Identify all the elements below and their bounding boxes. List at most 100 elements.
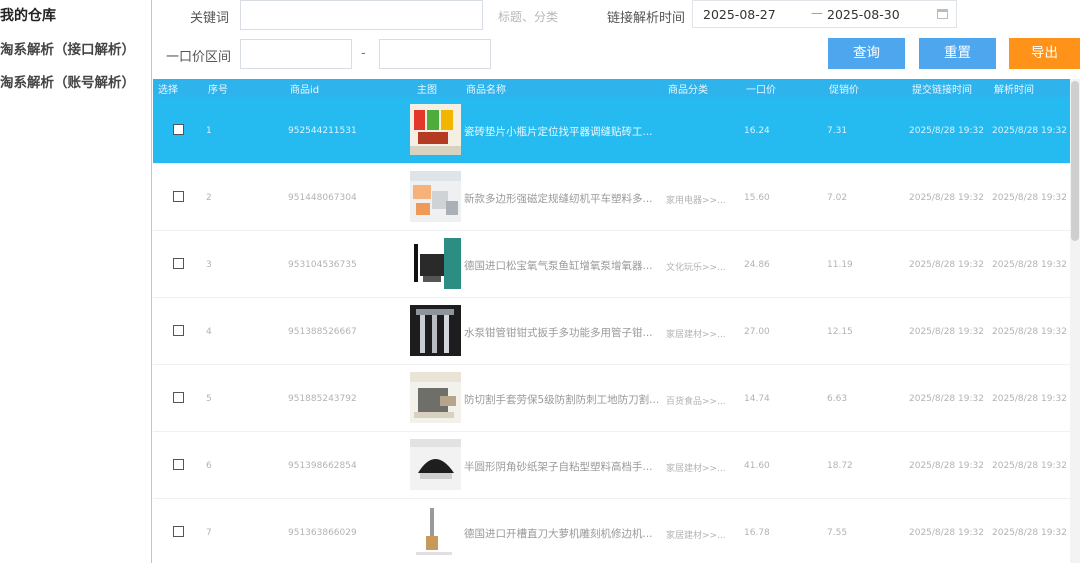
price-max-input[interactable] <box>379 39 491 69</box>
row-price: 16.24 <box>744 126 770 136</box>
product-thumbnail[interactable] <box>410 506 461 557</box>
row-promo-price: 7.02 <box>827 193 848 203</box>
price-min-input[interactable] <box>240 39 352 69</box>
date-separator: — <box>811 6 823 20</box>
row-product-name[interactable]: 德国进口松宝氧气泵鱼缸增氧泵增氧器... <box>464 258 653 273</box>
table-row[interactable]: 3 953104536735 德国进口松宝氧气泵鱼缸增氧泵增氧器... 文化玩乐… <box>153 231 1070 298</box>
row-promo-price: 6.63 <box>827 394 848 404</box>
row-product-id: 951363866029 <box>288 528 357 538</box>
table-row[interactable]: 7 951363866029 德国进口开槽直刀大萝机雕刻机修边机... 家居建材… <box>153 499 1070 563</box>
product-thumbnail[interactable] <box>410 171 461 222</box>
row-checkbox[interactable] <box>173 325 184 336</box>
row-category: 家居建材>>... <box>666 330 726 340</box>
row-checkbox[interactable] <box>173 392 184 403</box>
export-button[interactable]: 导出 <box>1009 38 1080 69</box>
keyword-label: 关键词 <box>190 11 230 26</box>
row-promo-price: 18.72 <box>827 461 853 471</box>
sidebar-item-interface-parse[interactable]: 淘系解析（接口解析） <box>0 38 135 58</box>
calendar-icon[interactable] <box>937 9 948 19</box>
product-thumbnail[interactable] <box>410 439 461 490</box>
row-category: 百货食品>>... <box>666 397 726 407</box>
row-product-id: 953104536735 <box>288 260 357 270</box>
row-product-name[interactable]: 瓷砖垫片小瓶片定位找平器调缝贴砖工... <box>464 124 653 139</box>
date-range-picker[interactable]: 2025-08-27 — 2025-08-30 <box>692 0 957 28</box>
table-row[interactable]: 4 951388526667 水泵钳管钳钳式扳手多功能多用管子钳... 家居建材… <box>153 298 1070 365</box>
row-category: 家用电器>>... <box>666 196 726 206</box>
row-price: 41.60 <box>744 461 770 471</box>
row-checkbox[interactable] <box>173 258 184 269</box>
row-product-id: 951388526667 <box>288 327 357 337</box>
row-index: 5 <box>206 394 212 404</box>
row-product-name[interactable]: 德国进口开槽直刀大萝机雕刻机修边机... <box>464 526 653 541</box>
row-parse-time: 2025/8/28 19:32 <box>992 461 1067 471</box>
row-index: 2 <box>206 193 212 203</box>
row-submit-time: 2025/8/28 19:32 <box>909 260 984 270</box>
row-index: 1 <box>206 126 212 136</box>
row-parse-time: 2025/8/28 19:32 <box>992 126 1067 136</box>
row-checkbox[interactable] <box>173 526 184 537</box>
query-button[interactable]: 查询 <box>828 38 905 69</box>
row-submit-time: 2025/8/28 19:32 <box>909 126 984 136</box>
date-end[interactable]: 2025-08-30 <box>827 7 900 22</box>
row-parse-time: 2025/8/28 19:32 <box>992 193 1067 203</box>
row-product-id: 952544211531 <box>288 126 357 136</box>
row-promo-price: 7.55 <box>827 528 848 538</box>
col-product-id: 商品id <box>290 85 320 96</box>
row-parse-time: 2025/8/28 19:32 <box>992 528 1067 538</box>
row-promo-price: 7.31 <box>827 126 848 136</box>
col-promo-price: 促销价 <box>829 85 859 96</box>
keyword-input[interactable] <box>240 0 483 30</box>
reset-button[interactable]: 重置 <box>919 38 996 69</box>
row-submit-time: 2025/8/28 19:32 <box>909 394 984 404</box>
col-category: 商品分类 <box>668 85 708 96</box>
row-submit-time: 2025/8/28 19:32 <box>909 193 984 203</box>
col-product-name: 商品名称 <box>466 85 506 96</box>
col-submit-time: 提交链接时间 <box>912 85 972 96</box>
product-thumbnail[interactable] <box>410 104 461 155</box>
row-index: 4 <box>206 327 212 337</box>
row-checkbox[interactable] <box>173 124 184 135</box>
col-select: 选择 <box>158 85 178 96</box>
product-thumbnail[interactable] <box>410 305 461 356</box>
table-row[interactable]: 1 952544211531 瓷砖垫片小瓶片定位找平器调缝贴砖工... 16.2… <box>153 97 1070 164</box>
product-thumbnail[interactable] <box>410 372 461 423</box>
row-index: 7 <box>206 528 212 538</box>
sidebar-item-account-parse[interactable]: 淘系解析（账号解析） <box>0 71 135 91</box>
table-row[interactable]: 6 951398662854 半圆形阴角砂纸架子自粘型塑料高档手... 家居建材… <box>153 432 1070 499</box>
scrollbar-thumb[interactable] <box>1071 81 1079 241</box>
row-product-id: 951398662854 <box>288 461 357 471</box>
date-start[interactable]: 2025-08-27 <box>703 7 776 22</box>
row-price: 16.78 <box>744 528 770 538</box>
row-product-name[interactable]: 水泵钳管钳钳式扳手多功能多用管子钳... <box>464 325 653 340</box>
row-parse-time: 2025/8/28 19:32 <box>992 327 1067 337</box>
row-category: 文化玩乐>>... <box>666 263 726 273</box>
row-promo-price: 12.15 <box>827 327 853 337</box>
row-submit-time: 2025/8/28 19:32 <box>909 528 984 538</box>
row-product-name[interactable]: 防切割手套劳保5级防割防刺工地防刀割... <box>464 392 659 407</box>
row-index: 6 <box>206 461 212 471</box>
row-price: 15.60 <box>744 193 770 203</box>
row-checkbox[interactable] <box>173 459 184 470</box>
row-submit-time: 2025/8/28 19:32 <box>909 461 984 471</box>
row-parse-time: 2025/8/28 19:32 <box>992 394 1067 404</box>
table-row[interactable]: 5 951885243792 防切割手套劳保5级防割防刺工地防刀割... 百货食… <box>153 365 1070 432</box>
price-range-label: 一口价区间 <box>166 50 232 65</box>
row-checkbox[interactable] <box>173 191 184 202</box>
row-category: 家居建材>>... <box>666 464 726 474</box>
row-product-id: 951885243792 <box>288 394 357 404</box>
row-price: 24.86 <box>744 260 770 270</box>
row-product-name[interactable]: 新款多边形强磁定规缝纫机平车塑料多... <box>464 191 653 206</box>
product-thumbnail[interactable] <box>410 238 461 289</box>
table-row[interactable]: 2 951448067304 新款多边形强磁定规缝纫机平车塑料多... 家用电器… <box>153 164 1070 231</box>
row-price: 27.00 <box>744 327 770 337</box>
col-index: 序号 <box>208 85 228 96</box>
table-header: 选择 序号 商品id 主图 商品名称 商品分类 一口价 促销价 提交链接时间 解… <box>153 79 1070 97</box>
main-panel: 关键词 标题、分类 链接解析时间 2025-08-27 — 2025-08-30… <box>152 0 1080 563</box>
row-product-id: 951448067304 <box>288 193 357 203</box>
table-scrollbar[interactable] <box>1070 79 1080 563</box>
sidebar-title: 我的仓库 <box>0 8 56 24</box>
row-submit-time: 2025/8/28 19:32 <box>909 327 984 337</box>
row-product-name[interactable]: 半圆形阴角砂纸架子自粘型塑料高档手... <box>464 459 653 474</box>
row-price: 14.74 <box>744 394 770 404</box>
link-time-label: 链接解析时间 <box>607 11 686 26</box>
